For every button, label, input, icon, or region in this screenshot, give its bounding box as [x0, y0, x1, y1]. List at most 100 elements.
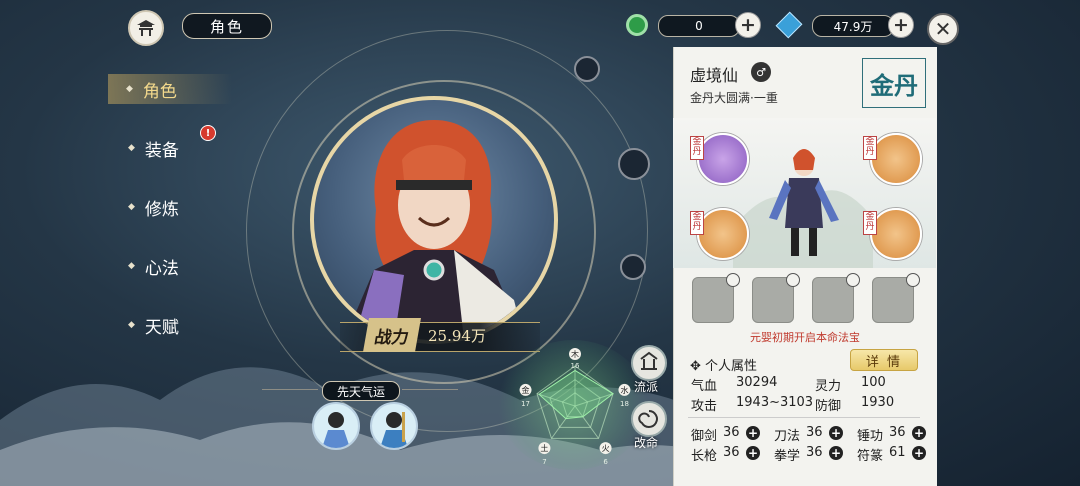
combat-power-value: 25.94万	[428, 327, 486, 345]
nav-item-cultivation[interactable]: ◆ 修炼	[128, 192, 248, 222]
divider	[402, 389, 458, 390]
unlock-hint: 元婴初期开启本命法宝	[750, 331, 860, 344]
stat-label: 气血	[691, 379, 718, 394]
sparkle-icon: ✥	[690, 359, 706, 374]
skill-value: 61	[889, 445, 906, 460]
nav-item-label: 角色	[142, 81, 177, 102]
divider	[688, 417, 920, 418]
skill-value: 36	[723, 425, 740, 440]
treasure-slot[interactable]	[870, 133, 922, 185]
spirit-crystal-icon	[775, 11, 803, 39]
realm-tag: 金丹	[690, 211, 704, 235]
skill-value: 36	[806, 445, 823, 460]
nav-item-label: 装备	[144, 140, 179, 161]
skill-label: 御剑	[691, 429, 718, 444]
realm-text: 金丹大圆满·一重	[690, 91, 778, 105]
moon-phase-icon	[620, 254, 646, 280]
skill-label: 符篆	[857, 449, 884, 464]
upgrade-skill-button[interactable]: +	[912, 426, 926, 440]
nav-item-label: 修炼	[144, 199, 179, 220]
diamond-bullet-icon: ◆	[128, 143, 135, 153]
diamond-bullet-icon: ◆	[128, 320, 135, 330]
upgrade-skill-button[interactable]: +	[912, 446, 926, 460]
skill-label: 刀法	[774, 429, 801, 444]
realm-stamp: 金丹	[862, 58, 926, 108]
school-button[interactable]	[631, 345, 667, 381]
divider	[262, 389, 318, 390]
details-button[interactable]: 详 情	[850, 349, 918, 371]
nav-item-equipment[interactable]: ◆ 装备	[128, 133, 248, 163]
alert-badge: !	[200, 125, 216, 141]
close-button[interactable]: ✕	[927, 13, 959, 45]
add-jade-button[interactable]: +	[735, 12, 761, 38]
nav-item-talent[interactable]: ◆ 天赋	[128, 310, 248, 340]
stat-label: 攻击	[691, 399, 718, 414]
skill-label: 拳学	[774, 449, 801, 464]
page-title: 角色	[182, 13, 272, 39]
change-fate-label: 改命	[634, 436, 659, 450]
school-icon	[640, 351, 658, 370]
upgrade-skill-button[interactable]: +	[746, 446, 760, 460]
moon-phase-icon	[618, 148, 650, 180]
change-fate-button[interactable]	[631, 401, 667, 437]
nav-item-label: 心法	[144, 258, 179, 279]
stat-label: 防御	[815, 399, 842, 414]
diamond-bullet-icon: ◆	[128, 202, 135, 212]
lock-icon	[786, 273, 800, 287]
stat-value: 100	[861, 375, 886, 390]
stat-value: 1930	[861, 395, 895, 410]
element-label: 金	[522, 385, 530, 395]
lock-icon	[846, 273, 860, 287]
character-illustration	[344, 120, 524, 340]
lock-icon	[726, 273, 740, 287]
treasure-slot[interactable]	[697, 208, 749, 260]
crystal-currency-value: 47.9万	[812, 15, 894, 37]
realm-tag: 金丹	[863, 211, 877, 235]
upgrade-skill-button[interactable]: +	[829, 426, 843, 440]
realm-tag: 金丹	[690, 136, 704, 160]
diamond-bullet-icon: ◆	[126, 84, 133, 94]
skill-value: 36	[806, 425, 823, 440]
element-label: 火	[602, 444, 610, 453]
skill-label: 锤功	[857, 429, 884, 444]
attributes-title: ✥ 个人属性	[690, 359, 758, 374]
swirl-icon	[638, 410, 658, 428]
nav-item-label: 天赋	[144, 317, 179, 338]
home-button[interactable]	[128, 10, 164, 46]
jade-ring-icon	[626, 14, 648, 36]
element-value: 16	[571, 362, 580, 370]
element-value: 17	[521, 400, 530, 408]
nav-item-mental-method[interactable]: ◆ 心法	[128, 251, 248, 281]
fortune-avatar[interactable]	[370, 402, 418, 450]
character-name: 虚境仙	[690, 66, 739, 85]
skill-value: 36	[889, 425, 906, 440]
element-value: 6	[603, 458, 608, 466]
realm-tag: 金丹	[863, 136, 877, 160]
treasure-slot[interactable]	[870, 208, 922, 260]
treasure-slot[interactable]	[697, 133, 749, 185]
upgrade-skill-button[interactable]: +	[746, 426, 760, 440]
moon-phase-icon	[574, 56, 600, 82]
pavilion-icon	[137, 20, 155, 36]
school-label: 流派	[634, 380, 659, 394]
fortune-avatar[interactable]	[312, 402, 360, 450]
radar-shape	[538, 369, 614, 420]
stat-value: 1943~3103	[736, 395, 814, 410]
innate-fortune-label: 先天气运	[322, 381, 400, 401]
stat-value: 30294	[736, 375, 778, 390]
lock-icon	[906, 273, 920, 287]
diamond-bullet-icon: ◆	[128, 261, 135, 271]
jade-currency-value: 0	[658, 15, 740, 37]
skill-label: 长枪	[691, 449, 718, 464]
element-label: 木	[571, 349, 579, 359]
skill-value: 36	[723, 445, 740, 460]
nav-item-character[interactable]: ◆ 角色	[108, 74, 232, 104]
upgrade-skill-button[interactable]: +	[829, 446, 843, 460]
combat-power-label: 战力	[363, 318, 421, 352]
element-value: 18	[620, 400, 629, 408]
gender-icon: ♂	[751, 62, 771, 82]
element-label: 水	[620, 385, 628, 395]
add-crystal-button[interactable]: +	[888, 12, 914, 38]
five-elements-radar: 木 16 水 18 火 6 土 7 金 17	[519, 348, 631, 466]
stat-label: 灵力	[815, 379, 842, 394]
